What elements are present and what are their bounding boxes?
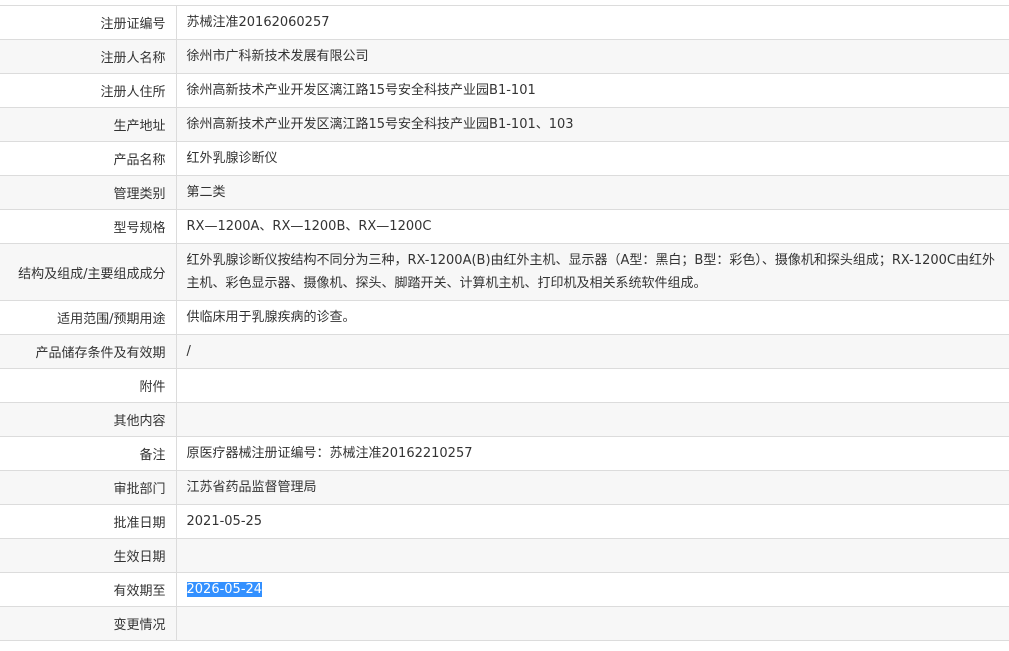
field-value [176,606,1009,641]
field-value: 徐州市广科新技术发展有限公司 [176,39,1009,74]
field-value: 江苏省药品监督管理局 [176,470,1009,505]
row-intended-use: 适用范围/预期用途 供临床用于乳腺疾病的诊查。 [0,300,1009,335]
field-value: 第二类 [176,175,1009,210]
row-approval-department: 审批部门 江苏省药品监督管理局 [0,470,1009,505]
field-value [176,368,1009,403]
field-label: 注册人住所 [0,73,177,108]
row-model-spec: 型号规格 RX—1200A、RX—1200B、RX—1200C [0,209,1009,244]
field-label: 型号规格 [0,209,177,244]
field-value: 苏械注准20162060257 [176,5,1009,40]
field-value: 徐州高新技术产业开发区漓江路15号安全科技产业园B1-101、103 [176,107,1009,142]
row-effective-date: 生效日期 [0,538,1009,573]
selected-text-highlight: 2026-05-24 [186,582,263,597]
row-management-category: 管理类别 第二类 [0,175,1009,210]
row-attachments: 附件 [0,368,1009,403]
field-value: 原医疗器械注册证编号：苏械注准20162210257 [176,436,1009,471]
field-label: 注册人名称 [0,39,177,74]
field-label: 变更情况 [0,606,177,641]
field-label: 生效日期 [0,538,177,573]
row-remarks: 备注 原医疗器械注册证编号：苏械注准20162210257 [0,436,1009,471]
field-value: RX—1200A、RX—1200B、RX—1200C [176,209,1009,244]
field-label: 适用范围/预期用途 [0,300,177,335]
field-label: 审批部门 [0,470,177,505]
field-value: 2021-05-25 [176,504,1009,539]
field-label: 附件 [0,368,177,403]
row-structure-composition: 结构及组成/主要组成成分 红外乳腺诊断仪按结构不同分为三种，RX-1200A(B… [0,243,1009,301]
row-valid-until: 有效期至 2026-05-24 [0,572,1009,607]
field-value: 红外乳腺诊断仪按结构不同分为三种，RX-1200A(B)由红外主机、显示器（A型… [176,243,1009,301]
field-value: 红外乳腺诊断仪 [176,141,1009,176]
field-value: 2026-05-24 [176,572,1009,607]
field-label: 注册证编号 [0,5,177,40]
field-value [176,402,1009,437]
field-value [176,538,1009,573]
field-label: 有效期至 [0,572,177,607]
field-label: 备注 [0,436,177,471]
field-value: 供临床用于乳腺疾病的诊查。 [176,300,1009,335]
row-other-content: 其他内容 [0,402,1009,437]
row-production-address: 生产地址 徐州高新技术产业开发区漓江路15号安全科技产业园B1-101、103 [0,107,1009,142]
field-label: 结构及组成/主要组成成分 [0,243,177,301]
field-label: 产品名称 [0,141,177,176]
field-label: 产品储存条件及有效期 [0,334,177,369]
row-approval-date: 批准日期 2021-05-25 [0,504,1009,539]
field-label: 管理类别 [0,175,177,210]
field-value: 徐州高新技术产业开发区漓江路15号安全科技产业园B1-101 [176,73,1009,108]
row-registrant-name: 注册人名称 徐州市广科新技术发展有限公司 [0,39,1009,74]
row-registrant-address: 注册人住所 徐州高新技术产业开发区漓江路15号安全科技产业园B1-101 [0,73,1009,108]
field-value: / [176,334,1009,369]
row-product-name: 产品名称 红外乳腺诊断仪 [0,141,1009,176]
registration-record-table: 注册证编号 苏械注准20162060257 注册人名称 徐州市广科新技术发展有限… [0,5,1009,641]
field-label: 生产地址 [0,107,177,142]
row-storage-conditions: 产品储存条件及有效期 / [0,334,1009,369]
field-label: 其他内容 [0,402,177,437]
field-label: 批准日期 [0,504,177,539]
row-registration-number: 注册证编号 苏械注准20162060257 [0,5,1009,40]
row-change-history: 变更情况 [0,606,1009,641]
